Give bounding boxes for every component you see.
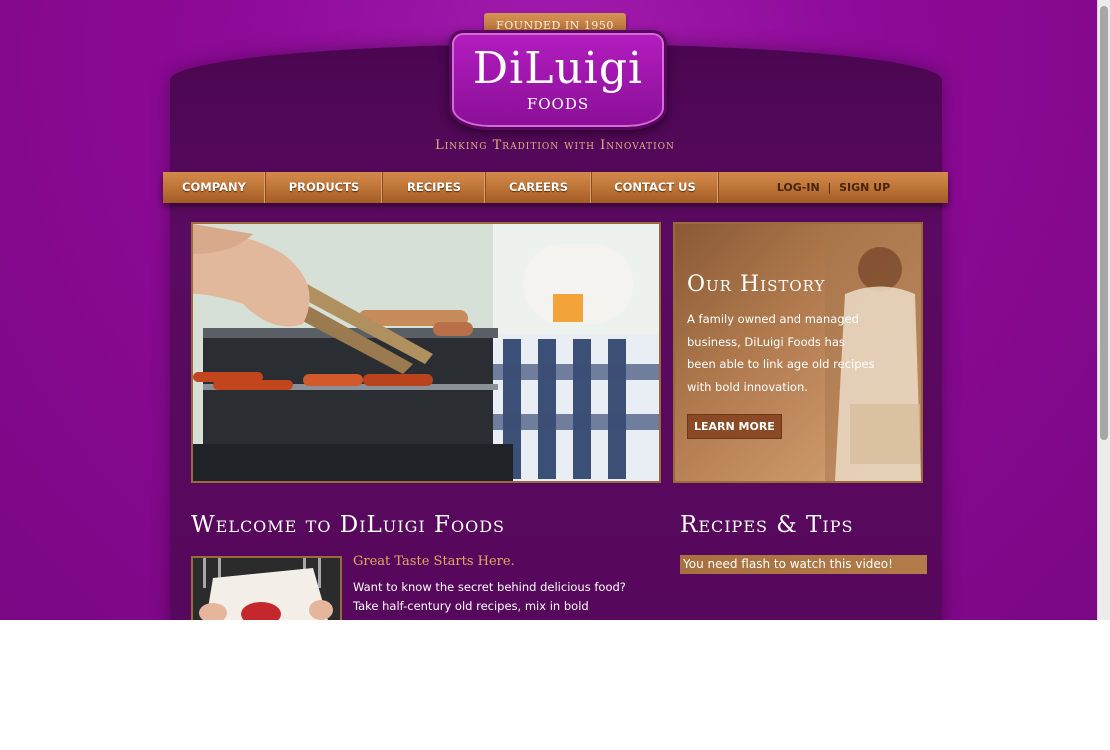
welcome-body: Want to know the secret behind delicious… [353,580,626,620]
welcome-thumbnail-meat [191,556,342,620]
welcome-heading: Welcome to DiLuigi Foods [191,512,506,538]
flash-notice: You need flash to watch this video! [680,555,927,574]
history-text: A family owned and managed business, DiL… [687,312,875,394]
vertical-scrollbar[interactable] [1097,0,1110,620]
scrollbar-thumb[interactable] [1100,6,1108,440]
recipes-heading: Recipes & Tips [680,512,854,538]
learn-more-button[interactable]: LEARN MORE [687,414,782,439]
nav-recipes[interactable]: RECIPES [383,172,486,203]
meat-illustration [193,558,340,620]
history-title: Our History [687,272,826,297]
browser-viewport: FOUNDED IN 1950 DiLuigi FOODS Linking Tr… [0,0,1110,620]
signup-link[interactable]: SIGN UP [839,181,890,194]
welcome-subheading: Great Taste Starts Here. [353,554,515,569]
nav-auth: LOG-IN | SIGN UP [719,172,948,203]
history-panel: Our History A family owned and managed b… [673,222,923,483]
nav-products[interactable]: PRODUCTS [266,172,383,203]
login-link[interactable]: LOG-IN [777,181,820,194]
diluigi-logo[interactable]: DiLuigi FOODS [449,30,667,130]
grill-illustration [193,224,659,481]
logo-name: DiLuigi [472,43,644,94]
auth-separator: | [827,181,832,194]
logo-subtitle: FOODS [526,95,590,113]
nav-company[interactable]: COMPANY [163,172,266,203]
hero-image-grill [191,222,661,483]
tagline: Linking Tradition with Innovation [435,138,675,153]
main-nav: COMPANY PRODUCTS RECIPES CAREERS CONTACT… [163,172,948,203]
nav-careers[interactable]: CAREERS [486,172,592,203]
nav-contact-us[interactable]: CONTACT US [592,172,719,203]
